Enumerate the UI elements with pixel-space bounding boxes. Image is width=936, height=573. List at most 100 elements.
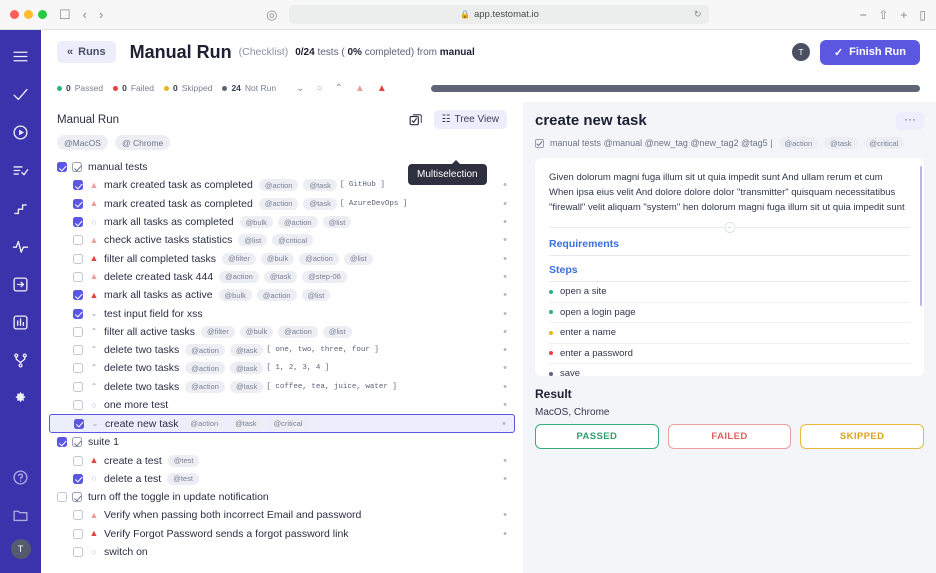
- user-avatar[interactable]: T: [11, 539, 31, 559]
- row-tag[interactable]: @action: [185, 362, 225, 374]
- table-row[interactable]: ▲check active tasks statistics@list@crit…: [41, 231, 523, 249]
- table-row[interactable]: ▲Verify Forgot Password sends a forgot p…: [41, 525, 523, 543]
- row-checkbox[interactable]: [73, 474, 83, 484]
- row-checkbox[interactable]: [73, 235, 83, 245]
- table-row[interactable]: ○one more test•: [41, 396, 523, 414]
- row-checkbox[interactable]: [73, 363, 83, 373]
- row-tag[interactable]: @action: [278, 216, 318, 228]
- row-checkbox[interactable]: [57, 437, 67, 447]
- table-row[interactable]: ⌄create new task@action@task@critical•: [49, 414, 515, 433]
- row-tag[interactable]: @action: [219, 271, 259, 283]
- row-checkbox[interactable]: [57, 492, 67, 502]
- row-tag[interactable]: @critical: [268, 418, 309, 430]
- row-tag[interactable]: @list: [323, 216, 352, 228]
- minimize-window-button[interactable]: [24, 10, 33, 19]
- sidebar-toggle-icon[interactable]: ☐: [59, 8, 71, 21]
- table-row[interactable]: ⌃delete two tasks@action@task[ one, two,…: [41, 341, 523, 359]
- tree-view-button[interactable]: ☷ Tree View: [434, 110, 507, 129]
- settings-gear-icon[interactable]: [7, 384, 35, 412]
- close-window-button[interactable]: [10, 10, 19, 19]
- back-icon[interactable]: ‹: [83, 8, 87, 21]
- table-row[interactable]: ▲mark created task as completed@action@t…: [41, 195, 523, 213]
- row-checkbox[interactable]: [73, 309, 83, 319]
- row-tag[interactable]: @filter: [222, 253, 256, 265]
- table-row[interactable]: turn off the toggle in update notificati…: [41, 488, 523, 506]
- table-row[interactable]: ⌃delete two tasks@action@task[ 1, 2, 3, …: [41, 359, 523, 377]
- row-checkbox[interactable]: [73, 272, 83, 282]
- shield-icon[interactable]: ◎: [266, 8, 277, 21]
- table-row[interactable]: ○mark all tasks as completed@bulk@action…: [41, 213, 523, 231]
- reload-icon[interactable]: ↻: [694, 9, 702, 20]
- row-checkbox[interactable]: [73, 345, 83, 355]
- circle-icon[interactable]: ○: [316, 83, 322, 94]
- table-row[interactable]: ▲filter all completed tasks@filter@bulk@…: [41, 249, 523, 267]
- row-tag[interactable]: @test: [168, 455, 200, 467]
- row-checkbox[interactable]: [74, 419, 84, 429]
- row-checkbox[interactable]: [73, 510, 83, 520]
- share-icon[interactable]: ⇧: [878, 8, 888, 22]
- row-tag[interactable]: @bulk: [240, 326, 273, 338]
- runs-play-icon[interactable]: [7, 118, 35, 146]
- table-row[interactable]: ⌄test input field for xss•: [41, 304, 523, 322]
- table-row[interactable]: ▲create a test@test•: [41, 451, 523, 469]
- row-tag[interactable]: @step-06: [302, 271, 347, 283]
- row-checkbox[interactable]: [73, 400, 83, 410]
- plan-list-icon[interactable]: [7, 156, 35, 184]
- row-checkbox[interactable]: [73, 327, 83, 337]
- chevron-up-icon[interactable]: ⌃: [335, 83, 343, 94]
- download-icon[interactable]: ⎯: [860, 7, 866, 22]
- row-tag[interactable]: @action: [185, 418, 225, 430]
- runs-back-button[interactable]: « Runs: [57, 41, 116, 63]
- table-row[interactable]: suite 1: [41, 433, 523, 451]
- steps-label[interactable]: Steps: [549, 256, 910, 281]
- tests-check-icon[interactable]: [7, 80, 35, 108]
- requirements-label[interactable]: Requirements: [549, 238, 910, 255]
- row-checkbox[interactable]: [73, 456, 83, 466]
- tabs-icon[interactable]: ▯: [919, 8, 926, 22]
- row-checkbox[interactable]: [73, 290, 83, 300]
- result-skip-button[interactable]: SKIPPED: [800, 424, 924, 449]
- row-tag[interactable]: @action: [259, 179, 299, 191]
- chevron-down-icon[interactable]: ⌄: [296, 83, 304, 94]
- detail-tag[interactable]: @task: [824, 137, 857, 149]
- multiselection-icon[interactable]: [407, 111, 425, 129]
- new-tab-icon[interactable]: +: [900, 8, 907, 22]
- table-row[interactable]: ⌃filter all active tasks@filter@bulk@act…: [41, 323, 523, 341]
- detail-tag[interactable]: @critical: [864, 137, 905, 149]
- row-tag[interactable]: @filter: [201, 326, 235, 338]
- row-checkbox[interactable]: [73, 547, 83, 557]
- header-avatar[interactable]: T: [792, 43, 810, 61]
- row-tag[interactable]: @list: [238, 234, 267, 246]
- table-row[interactable]: ▲mark all tasks as active@bulk@action@li…: [41, 286, 523, 304]
- import-icon[interactable]: [7, 270, 35, 298]
- row-tag[interactable]: @critical: [272, 234, 313, 246]
- row-tag[interactable]: @task: [230, 381, 263, 393]
- row-tag[interactable]: @bulk: [261, 253, 294, 265]
- row-tag[interactable]: @list: [302, 289, 331, 301]
- row-checkbox[interactable]: [73, 254, 83, 264]
- detail-tag[interactable]: @action: [779, 137, 819, 149]
- row-tag[interactable]: @action: [259, 198, 299, 210]
- finish-run-button[interactable]: ✓ Finish Run: [820, 40, 920, 65]
- result-pass-button[interactable]: PASSED: [535, 424, 659, 449]
- row-tag[interactable]: @list: [323, 326, 352, 338]
- menu-icon[interactable]: [7, 42, 35, 70]
- list-tag-pill[interactable]: @ Chrome: [115, 135, 170, 150]
- table-row[interactable]: ○switch on: [41, 543, 523, 561]
- list-tag-pill[interactable]: @MacOS: [57, 135, 108, 150]
- row-checkbox[interactable]: [73, 382, 83, 392]
- folder-icon[interactable]: [7, 501, 35, 529]
- branch-icon[interactable]: [7, 346, 35, 374]
- reports-chart-icon[interactable]: [7, 308, 35, 336]
- row-tag[interactable]: @action: [185, 344, 225, 356]
- row-tag[interactable]: @task: [303, 198, 336, 210]
- row-tag[interactable]: @bulk: [219, 289, 252, 301]
- table-row[interactable]: ⌃delete two tasks@action@task[ coffee, t…: [41, 378, 523, 396]
- row-checkbox[interactable]: [73, 529, 83, 539]
- table-row[interactable]: ○delete a test@test•: [41, 470, 523, 488]
- row-tag[interactable]: @task: [303, 179, 336, 191]
- row-tag[interactable]: @bulk: [240, 216, 273, 228]
- row-tag[interactable]: @action: [185, 381, 225, 393]
- row-tag[interactable]: @action: [257, 289, 297, 301]
- row-checkbox[interactable]: [73, 217, 83, 227]
